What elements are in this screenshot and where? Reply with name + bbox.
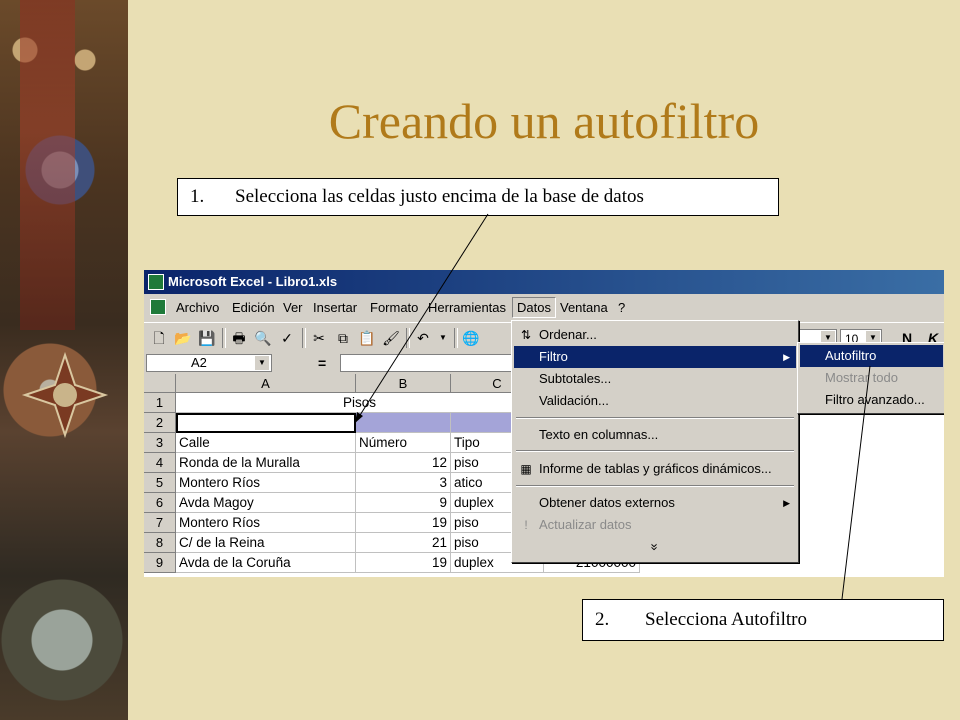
pointer-line-2 [841,365,871,600]
pointer-line-1 [354,213,489,424]
arrowhead-icon [355,412,363,423]
pointer-lines [354,213,871,600]
